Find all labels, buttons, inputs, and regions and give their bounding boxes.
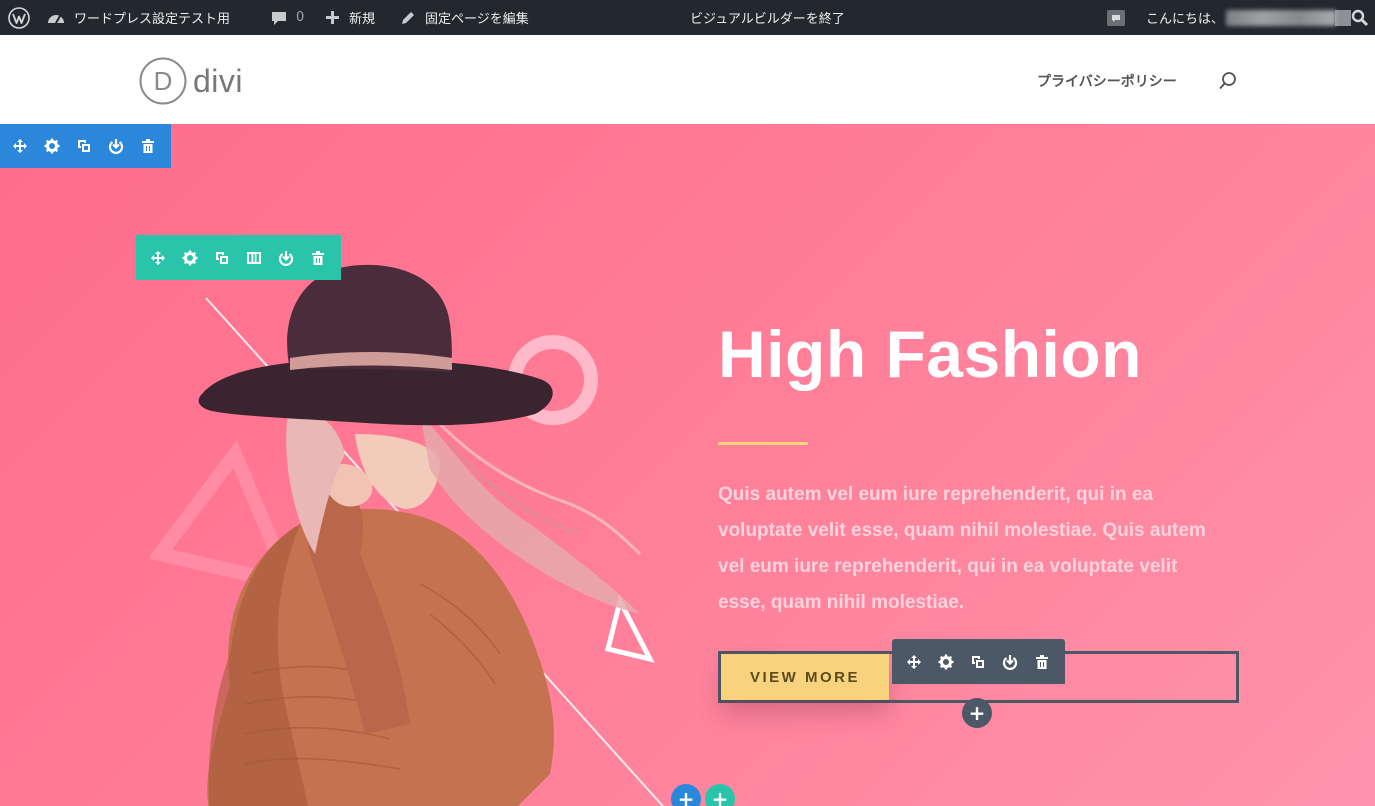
save-icon bbox=[278, 250, 294, 266]
admin-bar: ワードプレス設定テスト用 0 新規 固定ページを編集 ビジュアルビルダーを終了 … bbox=[0, 0, 1375, 35]
columns-icon bbox=[247, 251, 261, 264]
settings-icon bbox=[938, 654, 954, 669]
wordpress-icon bbox=[8, 6, 30, 29]
save-icon bbox=[108, 139, 124, 154]
search-icon bbox=[1351, 9, 1369, 27]
hero-body-text: Quis autem vel eum iure reprehenderit, q… bbox=[718, 484, 1206, 613]
row-settings-button[interactable] bbox=[174, 235, 206, 280]
edit-page-link[interactable]: 固定ページを編集 bbox=[400, 0, 529, 35]
edit-page-label: 固定ページを編集 bbox=[425, 12, 529, 27]
comments-count: 0 bbox=[296, 10, 305, 25]
section-settings-button[interactable] bbox=[36, 124, 68, 168]
greeting: こんにちは、 bbox=[1146, 12, 1225, 27]
save-icon bbox=[1002, 654, 1018, 670]
duplicate-icon bbox=[78, 140, 90, 152]
delete-icon bbox=[312, 250, 324, 265]
module-delete-button[interactable] bbox=[1026, 639, 1058, 684]
duplicate-icon bbox=[216, 251, 228, 264]
notifications-button[interactable] bbox=[1106, 0, 1126, 35]
new-content-menu[interactable]: 新規 bbox=[324, 0, 375, 35]
row-save-button[interactable] bbox=[270, 235, 302, 280]
section-duplicate-button[interactable] bbox=[68, 124, 100, 168]
settings-icon bbox=[182, 250, 198, 265]
settings-icon bbox=[44, 138, 60, 154]
delete-icon bbox=[142, 139, 154, 153]
hero-headline: High Fashion bbox=[718, 317, 1142, 391]
comment-icon bbox=[270, 9, 288, 27]
pencil-icon bbox=[400, 10, 416, 26]
plus-icon bbox=[324, 9, 341, 26]
admin-search-button[interactable] bbox=[1351, 0, 1369, 35]
exit-visual-builder-link[interactable]: ビジュアルビルダーを終了 bbox=[690, 0, 845, 35]
search-icon bbox=[1218, 72, 1238, 95]
row-columns-button[interactable] bbox=[238, 235, 270, 280]
row-move-button[interactable] bbox=[142, 235, 174, 280]
logo-letter: D bbox=[154, 66, 173, 96]
add-section-button[interactable]: + bbox=[671, 784, 701, 806]
module-save-button[interactable] bbox=[994, 639, 1026, 684]
dashboard-icon bbox=[46, 9, 66, 27]
notification-icon bbox=[1106, 8, 1126, 28]
logo-text: divi bbox=[193, 62, 244, 99]
comments-menu[interactable]: 0 bbox=[270, 0, 304, 35]
module-toolbar bbox=[892, 639, 1065, 684]
view-more-button[interactable]: VIEW MORE bbox=[721, 654, 889, 700]
module-move-button[interactable] bbox=[898, 639, 930, 684]
wordpress-menu[interactable] bbox=[8, 0, 30, 35]
section-toolbar bbox=[0, 124, 171, 168]
site-name: ワードプレス設定テスト用 bbox=[74, 12, 231, 27]
move-icon bbox=[13, 139, 27, 153]
user-account-menu[interactable]: こんにちは、 bbox=[1146, 0, 1352, 35]
fashion-model-image bbox=[150, 264, 665, 806]
site-logo[interactable]: D divi bbox=[139, 57, 243, 105]
add-row-button[interactable]: + bbox=[705, 784, 735, 806]
avatar bbox=[1334, 9, 1352, 27]
add-module-button[interactable]: + bbox=[962, 698, 992, 728]
row-delete-button[interactable] bbox=[302, 235, 334, 280]
nav-privacy-policy[interactable]: プライバシーポリシー bbox=[1037, 71, 1177, 91]
section-delete-button[interactable] bbox=[132, 124, 164, 168]
module-settings-button[interactable] bbox=[930, 639, 962, 684]
exit-builder-label: ビジュアルビルダーを終了 bbox=[690, 12, 845, 27]
module-duplicate-button[interactable] bbox=[962, 639, 994, 684]
delete-icon bbox=[1036, 654, 1048, 669]
site-name-menu[interactable]: ワードプレス設定テスト用 bbox=[46, 0, 230, 35]
row-toolbar bbox=[136, 235, 341, 280]
logo-circle: D bbox=[139, 57, 187, 105]
hero-section: High Fashion Quis autem vel eum iure rep… bbox=[0, 124, 1375, 806]
section-save-button[interactable] bbox=[100, 124, 132, 168]
move-icon bbox=[151, 250, 165, 265]
blurred-username bbox=[1226, 9, 1337, 26]
duplicate-icon bbox=[972, 655, 984, 668]
section-move-button[interactable] bbox=[4, 124, 36, 168]
headline-divider bbox=[718, 442, 808, 445]
move-icon bbox=[907, 654, 921, 669]
new-label: 新規 bbox=[349, 12, 376, 27]
nav-search-button[interactable] bbox=[1218, 71, 1238, 95]
site-header: D divi プライバシーポリシー bbox=[0, 35, 1375, 124]
row-duplicate-button[interactable] bbox=[206, 235, 238, 280]
